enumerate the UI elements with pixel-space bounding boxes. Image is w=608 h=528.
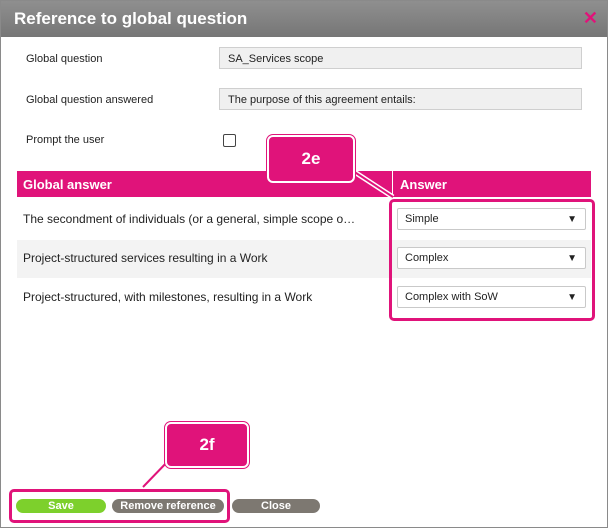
callout-2e-line	[352, 170, 394, 198]
reference-dialog: Reference to global question ✕ Global qu…	[0, 0, 608, 528]
remove-reference-button[interactable]: Remove reference	[112, 499, 224, 513]
close-button[interactable]: Close	[232, 499, 320, 513]
callout-2f: 2f	[165, 422, 249, 468]
callout-connectors	[141, 168, 395, 489]
callout-2e: 2e	[267, 135, 355, 183]
save-button[interactable]: Save	[16, 499, 106, 513]
